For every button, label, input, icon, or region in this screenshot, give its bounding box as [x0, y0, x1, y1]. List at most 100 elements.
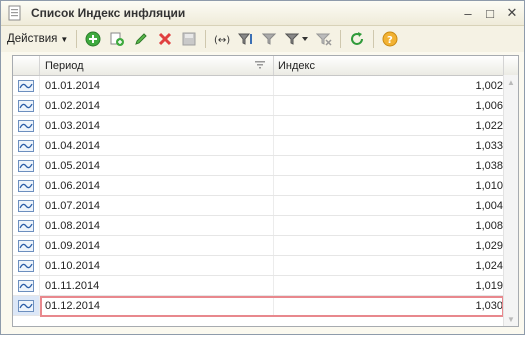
title-bar: Список Индекс инфляции – □ ✕ [1, 1, 524, 26]
cell-index: 1,030 [475, 299, 503, 312]
table-row[interactable]: 01.10.2014 1,024 [13, 256, 518, 276]
column-header-index[interactable]: Индекс [274, 56, 504, 75]
minimize-button[interactable]: – [458, 3, 478, 23]
table-body: 01.01.2014 1,002 01.02.2014 1,006 01.03.2014… [13, 76, 518, 317]
filter-off-icon [316, 33, 332, 46]
edit-button[interactable] [131, 29, 151, 49]
cell-index: 1,022 [475, 119, 503, 132]
toolbar-separator [373, 30, 375, 48]
sort-icon [255, 61, 265, 69]
refresh-icon [351, 32, 364, 45]
cell-period: 01.09.2014 [40, 236, 274, 255]
record-icon [13, 116, 40, 135]
toolbar-separator [76, 30, 78, 48]
cell-index: 1,038 [475, 159, 503, 172]
header-icon-column [13, 56, 40, 75]
cell-index: 1,019 [475, 279, 503, 292]
interval-icon: (↔) [214, 35, 230, 46]
table-row[interactable]: 01.02.2014 1,006 [13, 96, 518, 116]
filter-clear-icon [262, 33, 277, 45]
set-interval-button[interactable]: (↔) [212, 29, 232, 49]
record-icon [13, 196, 40, 215]
record-icon [13, 276, 40, 295]
cell-index: 1,008 [475, 219, 503, 232]
copy-button[interactable] [107, 29, 127, 49]
table-row[interactable]: 01.08.2014 1,008 [13, 216, 518, 236]
record-icon [13, 216, 40, 235]
delete-icon [159, 32, 172, 46]
close-button[interactable]: ✕ [502, 3, 522, 23]
help-button[interactable]: ? [380, 29, 400, 49]
record-icon [13, 156, 40, 175]
edit-icon [135, 33, 148, 45]
vertical-scrollbar[interactable]: ▲ ▼ [503, 75, 518, 326]
window-title: Список Индекс инфляции [31, 6, 186, 20]
delete-button[interactable] [155, 29, 175, 49]
table-row[interactable]: 01.05.2014 1,038 [13, 156, 518, 176]
toolbar-separator [205, 30, 207, 48]
record-icon [13, 136, 40, 155]
table-row[interactable]: 01.09.2014 1,029 [13, 236, 518, 256]
help-icon: ? [382, 31, 398, 47]
table-row[interactable]: 01.12.2014 1,030 [13, 296, 518, 317]
cell-index: 1,002 [475, 79, 503, 92]
record-icon [13, 176, 40, 195]
column-header-period[interactable]: Период [40, 56, 274, 75]
record-icon [13, 296, 40, 315]
cell-period: 01.12.2014 [40, 296, 274, 315]
record-icon [13, 236, 40, 255]
cell-index: 1,024 [475, 259, 503, 272]
cell-period: 01.01.2014 [40, 76, 274, 95]
cell-index: 1,010 [475, 179, 503, 192]
cell-period: 01.05.2014 [40, 156, 274, 175]
inflation-index-list-window: Список Индекс инфляции – □ ✕ Действия ▼ [0, 0, 525, 335]
refresh-button[interactable] [347, 29, 367, 49]
cell-index: 1,004 [475, 199, 503, 212]
table-header: Период Индекс [13, 56, 518, 76]
scroll-up-icon[interactable]: ▲ [504, 75, 518, 89]
table-row[interactable]: 01.04.2014 1,033 [13, 136, 518, 156]
record-icon [13, 96, 40, 115]
cell-period: 01.04.2014 [40, 136, 274, 155]
cell-index: 1,033 [475, 139, 503, 152]
cell-index: 1,029 [475, 239, 503, 252]
list-window-icon [8, 5, 21, 21]
column-header-period-label: Период [45, 59, 84, 72]
svg-text:?: ? [387, 35, 393, 46]
table-row[interactable]: 01.11.2014 1,019 [13, 276, 518, 296]
cell-period: 01.08.2014 [40, 216, 274, 235]
save-button[interactable] [179, 29, 199, 49]
cell-period: 01.02.2014 [40, 96, 274, 115]
filter-dropdown-icon [285, 33, 309, 45]
cell-period: 01.03.2014 [40, 116, 274, 135]
cell-period: 01.11.2014 [40, 276, 274, 295]
filter-by-value-button[interactable] [260, 29, 280, 49]
disable-filter-button[interactable] [314, 29, 334, 49]
table-row[interactable]: 01.06.2014 1,010 [13, 176, 518, 196]
table-row[interactable]: 01.01.2014 1,002 [13, 76, 518, 96]
chevron-down-icon: ▼ [60, 34, 69, 44]
toolbar: Действия ▼ (↔) ? [1, 26, 524, 52]
filter-icon [238, 33, 253, 45]
filter-button[interactable] [236, 29, 256, 49]
actions-label: Действия [7, 33, 58, 45]
toolbar-separator [340, 30, 342, 48]
scroll-down-icon[interactable]: ▼ [504, 312, 518, 326]
cell-period: 01.07.2014 [40, 196, 274, 215]
copy-icon [110, 32, 125, 46]
table-row[interactable]: 01.07.2014 1,004 [13, 196, 518, 216]
column-header-index-label: Индекс [278, 59, 315, 72]
record-icon [13, 76, 40, 95]
cell-period: 01.10.2014 [40, 256, 274, 275]
inflation-index-table: Период Индекс 01.01.2014 1,002 01.02.2014 1… [12, 55, 519, 327]
record-icon [13, 256, 40, 275]
actions-menu-button[interactable]: Действия ▼ [5, 29, 72, 49]
filter-dropdown-button[interactable] [284, 29, 310, 49]
cell-index: 1,006 [475, 99, 503, 112]
cell-period: 01.06.2014 [40, 176, 274, 195]
table-row[interactable]: 01.03.2014 1,022 [13, 116, 518, 136]
add-button[interactable] [83, 29, 103, 49]
maximize-button[interactable]: □ [480, 3, 500, 23]
save-icon [182, 32, 196, 46]
header-scroll-spacer [504, 56, 518, 75]
